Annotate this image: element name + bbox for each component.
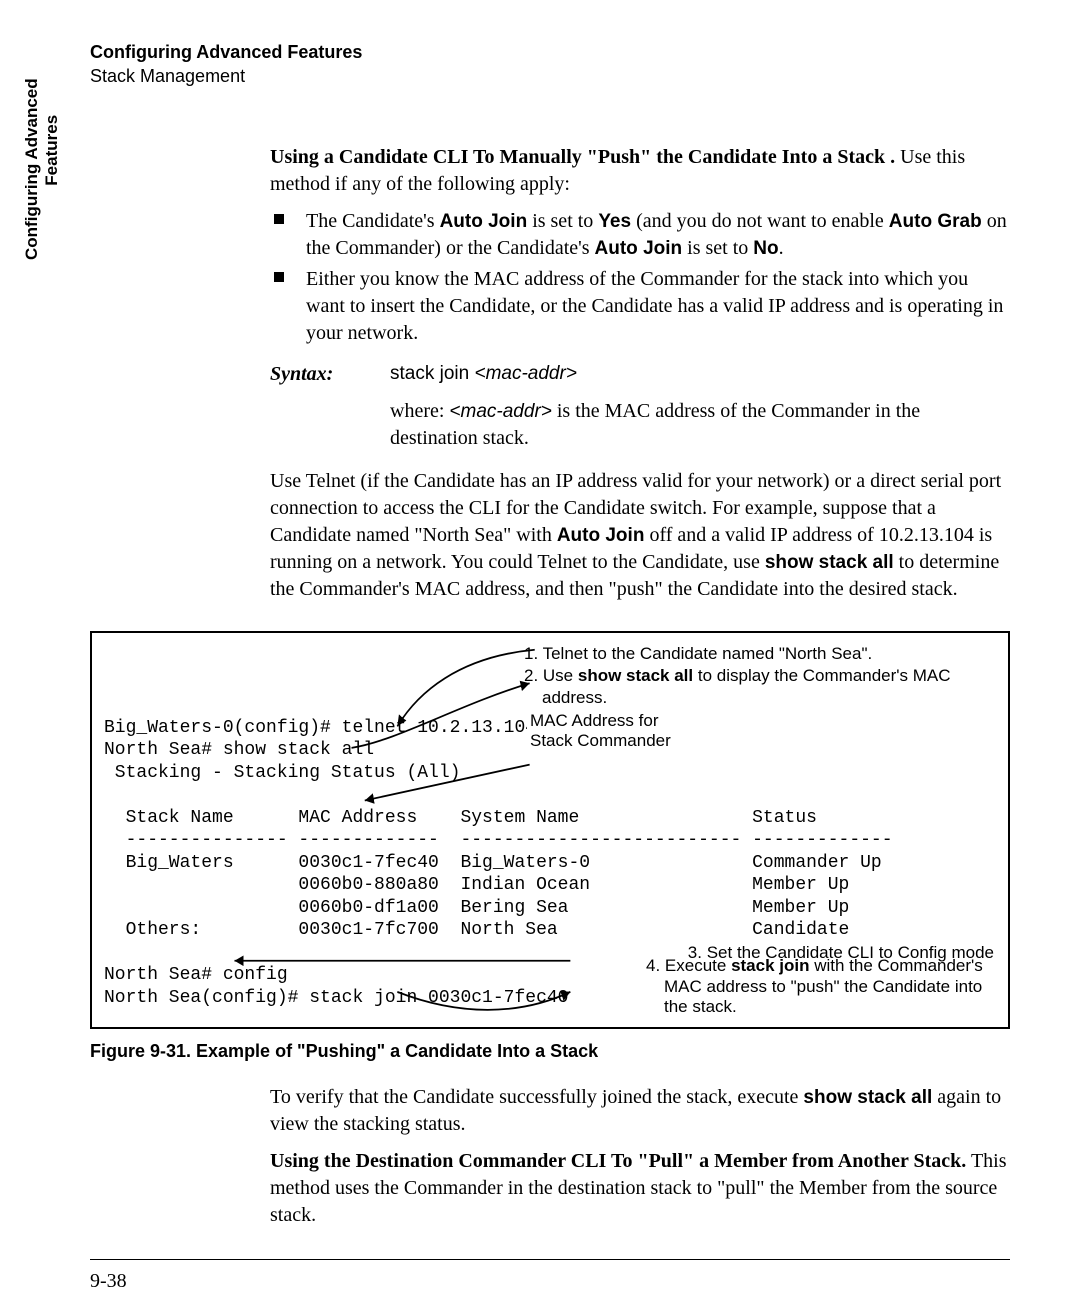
figure-ann-4: 4. Execute stack join with the Commander… bbox=[646, 956, 994, 1017]
bullet-item-1: The Candidate's Auto Join is set to Yes … bbox=[270, 208, 1010, 262]
square-bullet-icon bbox=[274, 214, 284, 224]
bullet-2-text: Either you know the MAC address of the C… bbox=[306, 268, 1003, 344]
page: Configuring Advanced Features Configurin… bbox=[0, 0, 1080, 1296]
syntax-command: stack join <mac-addr> bbox=[390, 361, 577, 388]
figure-ann-2: 2. Use show stack all to display the Com… bbox=[524, 665, 992, 709]
section-lead-2-bold: Using the Destination Commander CLI To "… bbox=[270, 1150, 966, 1172]
footer-rule bbox=[90, 1259, 1010, 1260]
running-head-title: Configuring Advanced Features bbox=[90, 40, 1010, 64]
bullet-list: The Candidate's Auto Join is set to Yes … bbox=[270, 208, 1010, 347]
section-lead-1-bold: Using a Candidate CLI To Manually "Push"… bbox=[270, 146, 895, 168]
bullet-item-2: Either you know the MAC address of the C… bbox=[270, 266, 1010, 347]
square-bullet-icon bbox=[274, 272, 284, 282]
paragraph-telnet: Use Telnet (if the Candidate has an IP a… bbox=[270, 468, 1010, 603]
figure-annotation-top: 1. Telnet to the Candidate named "North … bbox=[524, 643, 992, 709]
body-column: Using a Candidate CLI To Manually "Push"… bbox=[270, 144, 1010, 1295]
section-lead-2: Using the Destination Commander CLI To "… bbox=[270, 1148, 1010, 1229]
running-head-subtitle: Stack Management bbox=[90, 64, 1010, 88]
figure-ann-1: 1. Telnet to the Candidate named "North … bbox=[524, 643, 992, 665]
paragraph-verify: To verify that the Candidate successfull… bbox=[270, 1084, 1010, 1138]
page-number: 9-38 bbox=[90, 1268, 1010, 1295]
syntax-description: where: <mac-addr> is the MAC address of … bbox=[390, 398, 1010, 452]
syntax-row: Syntax: stack join <mac-addr> bbox=[270, 361, 1010, 388]
running-head: Configuring Advanced Features Stack Mana… bbox=[90, 40, 1010, 89]
figure-box: 1. Telnet to the Candidate named "North … bbox=[90, 631, 1010, 1030]
section-lead-1: Using a Candidate CLI To Manually "Push"… bbox=[270, 144, 1010, 198]
figure-caption: Figure 9-31. Example of "Pushing" a Cand… bbox=[90, 1039, 1010, 1063]
side-tab-label: Configuring Advanced Features bbox=[22, 78, 63, 260]
figure-mac-label: MAC Address for Stack Commander bbox=[527, 711, 674, 752]
bullet-1-text: The Candidate's Auto Join is set to Yes … bbox=[306, 210, 1007, 259]
syntax-label: Syntax: bbox=[270, 361, 390, 388]
